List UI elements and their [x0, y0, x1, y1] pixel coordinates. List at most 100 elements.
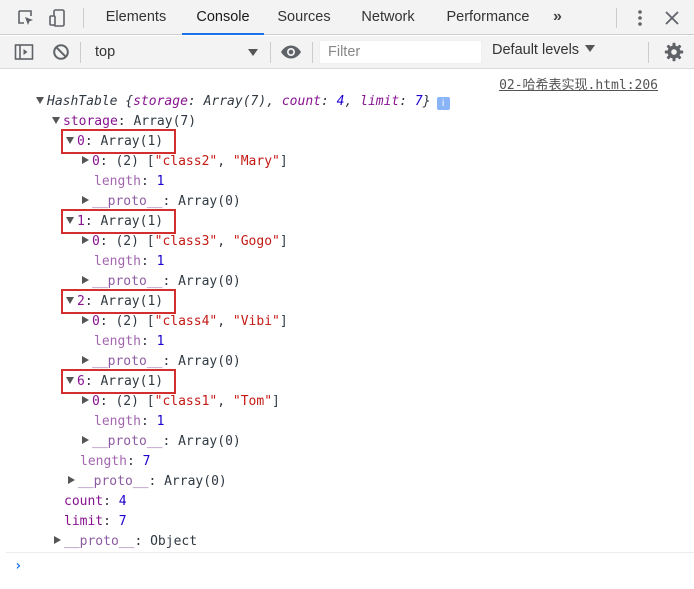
- length-value: 1: [156, 254, 165, 269]
- expand-triangle-icon[interactable]: [36, 97, 44, 104]
- comma: ,: [266, 94, 282, 109]
- hashtable-summary-row[interactable]: HashTable {storage: Array(7), count: 4, …: [36, 92, 450, 112]
- bracket-open: [: [138, 234, 155, 249]
- colon: :: [140, 254, 157, 269]
- proto-value: Array(0): [178, 194, 241, 209]
- collapse-triangle-icon[interactable]: [82, 316, 89, 324]
- entry-class-string: "class2": [154, 154, 218, 169]
- count-key: count: [64, 494, 104, 509]
- collapse-triangle-icon[interactable]: [82, 156, 89, 164]
- source-link[interactable]: 02-哈希表实现.html:206: [499, 74, 658, 93]
- context-label: top: [95, 44, 116, 60]
- length-row: length: 1: [94, 172, 164, 192]
- object-proto-row[interactable]: __proto__: Object: [54, 532, 197, 552]
- tab-network[interactable]: Network: [350, 0, 426, 35]
- count-value: 4: [118, 494, 127, 509]
- colon: :: [117, 114, 134, 129]
- proto-value: Array(0): [178, 434, 241, 449]
- storage-proto-row[interactable]: __proto__: Array(0): [68, 472, 227, 492]
- limit-row: limit: 7: [64, 512, 127, 532]
- toolbar-divider: [270, 42, 271, 63]
- colon: :: [162, 274, 179, 289]
- inspect-element-icon[interactable]: [16, 8, 36, 28]
- proto-key: __proto__: [92, 274, 163, 289]
- eye-icon[interactable]: [280, 44, 302, 60]
- collapse-triangle-icon[interactable]: [82, 396, 89, 404]
- device-toolbar-icon[interactable]: [48, 8, 68, 28]
- colon: :: [162, 194, 179, 209]
- console-prompt[interactable]: ›: [14, 558, 22, 574]
- entry-row[interactable]: 0: (2) ["class1", "Tom"]: [82, 392, 280, 412]
- proto-value: Array(0): [164, 474, 227, 489]
- proto-key: __proto__: [92, 194, 163, 209]
- colon: :: [399, 94, 415, 109]
- object-class-name: HashTable: [47, 94, 118, 109]
- storage-value: Array(7): [133, 114, 197, 129]
- tab-elements[interactable]: Elements: [94, 0, 178, 35]
- bracket-open: [: [138, 394, 155, 409]
- expand-triangle-icon[interactable]: [52, 117, 60, 124]
- more-options-icon[interactable]: [630, 8, 650, 28]
- length-key: length: [94, 334, 141, 349]
- length-key: length: [80, 454, 127, 469]
- entry-row[interactable]: 0: (2) ["class4", "Vibi"]: [82, 312, 288, 332]
- colon: :: [162, 354, 179, 369]
- collapse-triangle-icon[interactable]: [82, 436, 89, 444]
- toolbar-divider: [83, 8, 84, 28]
- collapse-triangle-icon[interactable]: [54, 536, 61, 544]
- entry-length: (2): [115, 154, 139, 169]
- collapse-triangle-icon[interactable]: [82, 356, 89, 364]
- log-levels-dropdown[interactable]: Default levels: [492, 42, 596, 58]
- info-icon[interactable]: i: [436, 97, 450, 110]
- tab-console[interactable]: Console: [182, 0, 264, 35]
- sidebar-toggle-icon[interactable]: [14, 43, 34, 61]
- proto-value: Object: [150, 534, 198, 549]
- entry-index: 0: [92, 394, 100, 409]
- proto-key: __proto__: [92, 434, 163, 449]
- entry-row[interactable]: 0: (2) ["class2", "Mary"]: [82, 152, 288, 172]
- entry-class-string: "class1": [154, 394, 218, 409]
- prompt-divider: [6, 552, 694, 553]
- toolbar-divider: [616, 8, 617, 28]
- storage-key: storage: [63, 114, 118, 129]
- colon: :: [99, 234, 116, 249]
- highlight-box: [61, 129, 176, 154]
- summary-limit-value: 7: [414, 94, 423, 109]
- highlight-box: [61, 369, 176, 394]
- length-value: 1: [156, 174, 165, 189]
- colon: :: [134, 534, 151, 549]
- bracket-close: ]: [279, 314, 288, 329]
- gear-icon[interactable]: [664, 42, 684, 62]
- collapse-triangle-icon[interactable]: [82, 276, 89, 284]
- colon: :: [99, 314, 116, 329]
- limit-key: limit: [64, 514, 104, 529]
- proto-key: __proto__: [78, 474, 149, 489]
- bracket-close: ]: [279, 234, 288, 249]
- length-row: length: 1: [94, 412, 164, 432]
- tab-sources[interactable]: Sources: [268, 0, 340, 35]
- colon: :: [103, 494, 119, 509]
- toolbar-divider: [648, 42, 649, 63]
- tab-performance[interactable]: Performance: [438, 0, 538, 35]
- clear-console-icon[interactable]: [52, 43, 70, 61]
- comma: ,: [217, 154, 233, 169]
- colon: :: [162, 434, 179, 449]
- filter-input[interactable]: [319, 40, 482, 64]
- entry-length: (2): [115, 314, 139, 329]
- entry-row[interactable]: 0: (2) ["class3", "Gogo"]: [82, 232, 288, 252]
- entry-length: (2): [115, 234, 139, 249]
- collapse-triangle-icon[interactable]: [82, 196, 89, 204]
- collapse-triangle-icon[interactable]: [82, 236, 89, 244]
- collapse-triangle-icon[interactable]: [68, 476, 75, 484]
- proto-row[interactable]: __proto__: Array(0): [82, 432, 241, 452]
- chevron-down-icon: [585, 45, 596, 52]
- context-selector[interactable]: top: [88, 40, 266, 64]
- bracket-close: ]: [279, 154, 288, 169]
- summary-storage-value: Array(7): [203, 94, 267, 109]
- length-value: 1: [156, 414, 165, 429]
- more-tabs-icon[interactable]: »: [553, 0, 562, 35]
- close-icon[interactable]: [662, 8, 682, 28]
- highlight-box: [61, 209, 176, 234]
- comma: ,: [217, 234, 233, 249]
- colon: :: [148, 474, 165, 489]
